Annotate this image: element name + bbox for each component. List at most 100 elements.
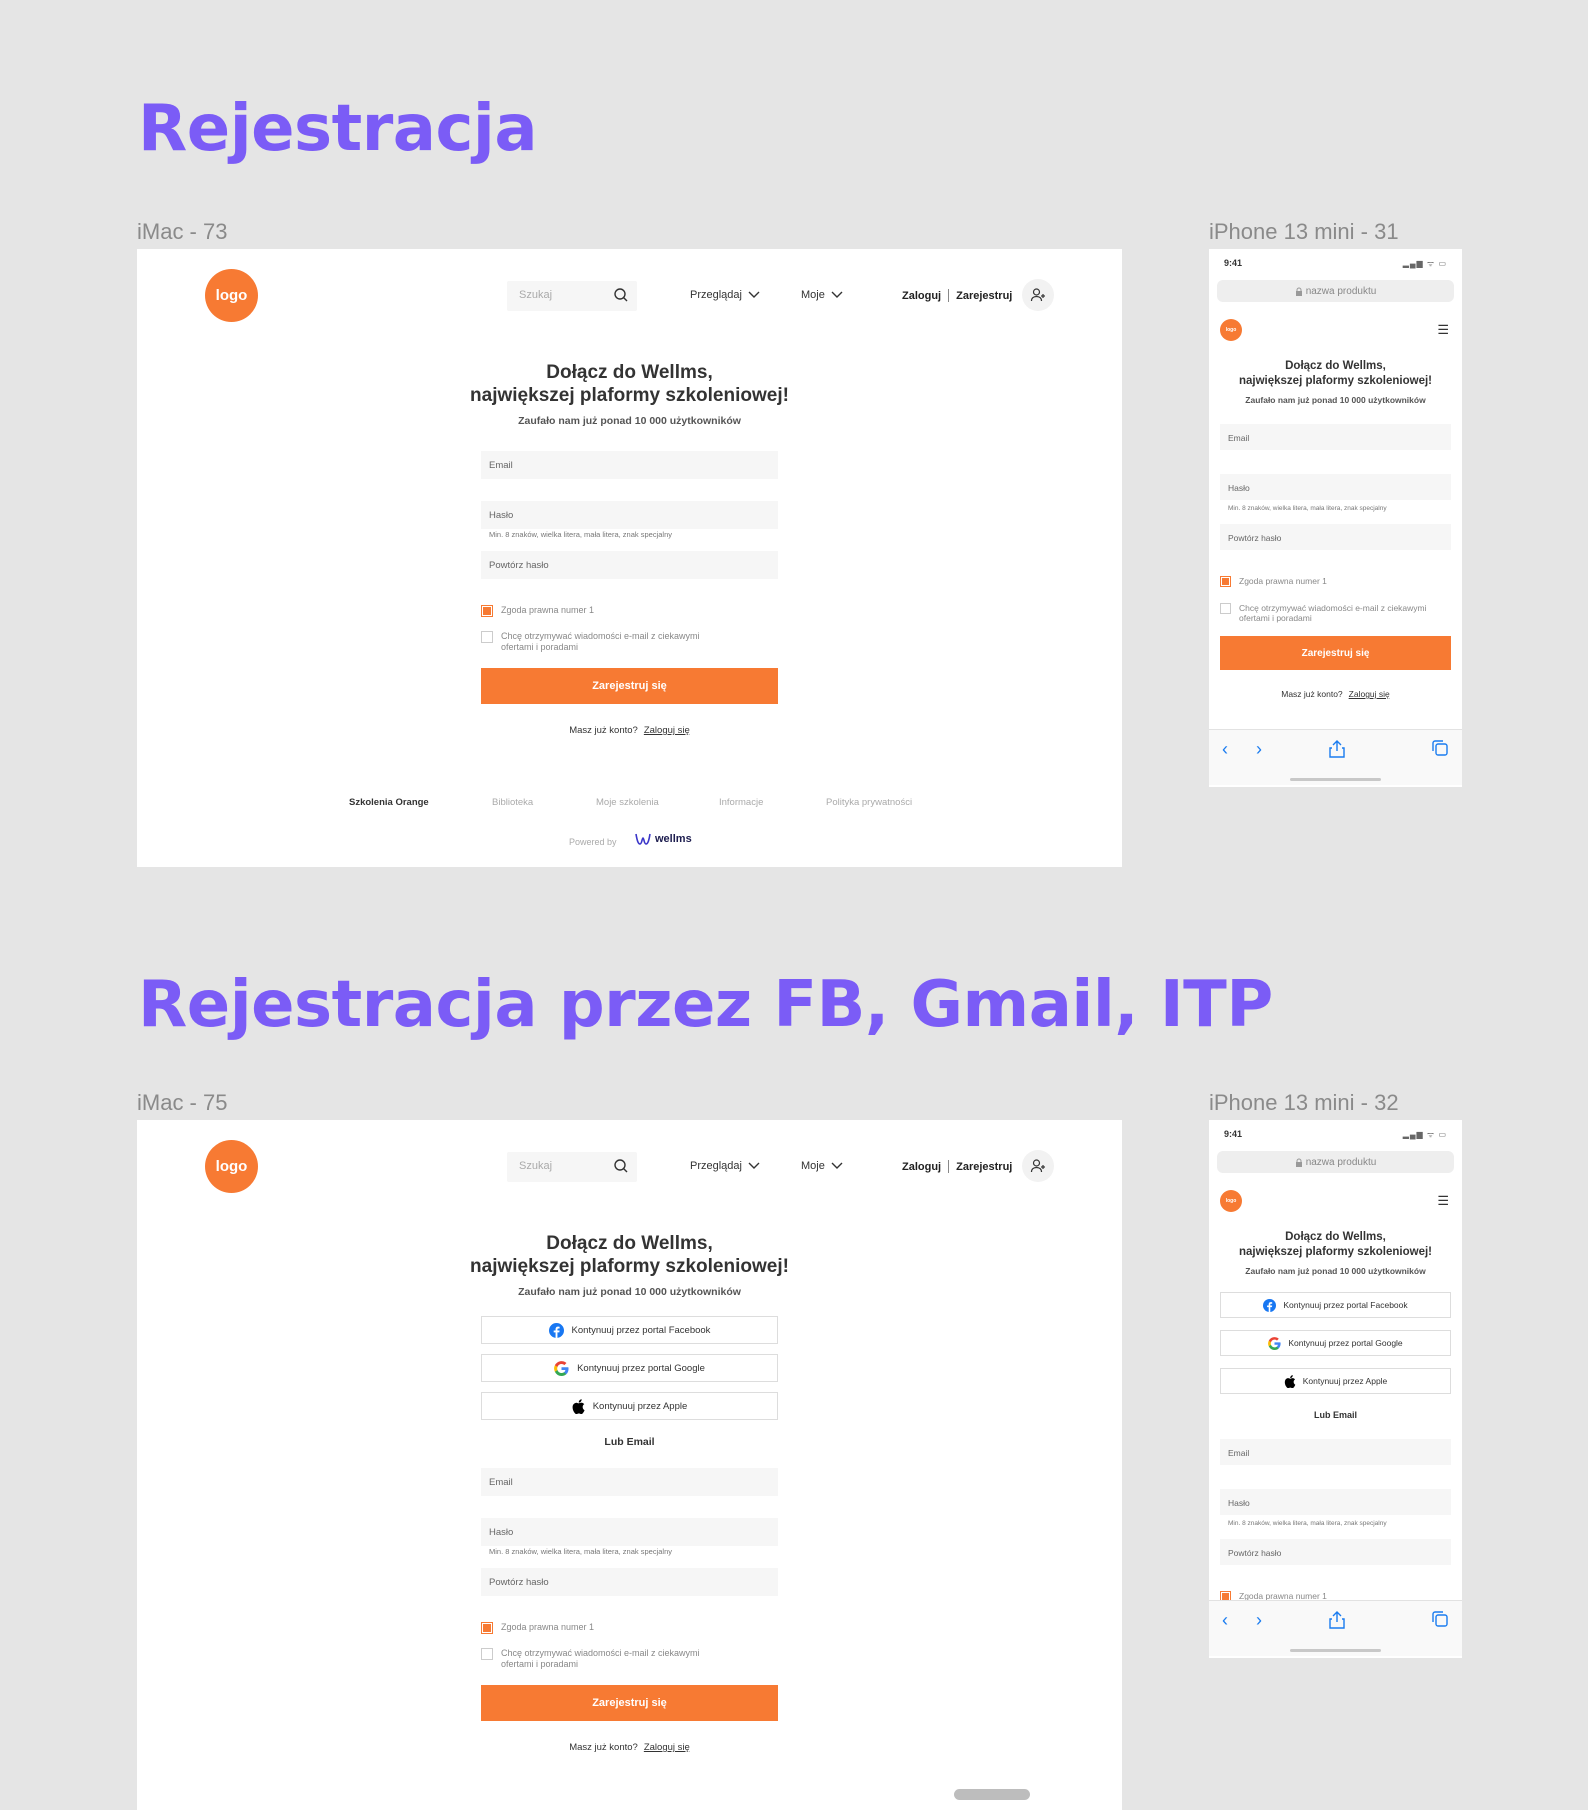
logo[interactable]: logo [205, 1140, 258, 1193]
forward-icon[interactable]: › [1256, 740, 1262, 758]
chevron-down-icon [748, 1162, 760, 1169]
user-button[interactable] [1022, 279, 1054, 311]
register-button[interactable]: Zarejestruj się [481, 1685, 778, 1721]
checkbox[interactable] [481, 631, 493, 643]
search-icon[interactable] [613, 1158, 629, 1174]
password-field[interactable]: Hasło [1220, 474, 1451, 500]
checkbox[interactable] [1220, 603, 1231, 614]
url-bar[interactable]: nazwa produktu [1217, 1151, 1454, 1173]
page-title: Dołącz do Wellms, największej plaformy sz… [470, 1233, 789, 1277]
email-field[interactable]: Email [1220, 424, 1451, 450]
back-icon[interactable]: ‹ [1222, 740, 1228, 758]
nav-mine-label: Moje [801, 289, 825, 301]
url-bar[interactable]: nazwa produktu [1217, 280, 1454, 302]
footer-link[interactable]: Biblioteka [492, 797, 533, 808]
footer-link[interactable]: Informacje [719, 797, 763, 808]
apple-button[interactable]: Kontynuuj przez Apple [1220, 1368, 1451, 1394]
checkbox-checked[interactable] [481, 1622, 493, 1634]
chevron-down-icon [831, 291, 843, 298]
tabs-icon[interactable] [1432, 740, 1448, 756]
facebook-icon [1263, 1298, 1277, 1312]
consent-newsletter[interactable]: Chcę otrzymywać wiadomości e-mail z ciek… [481, 1648, 700, 1670]
login-prompt: Masz już konto? Zaloguj się [569, 725, 690, 736]
consent-legal[interactable]: Zgoda prawna numer 1 [481, 605, 594, 617]
page-subtitle: Zaufało nam już ponad 10 000 użytkownikó… [518, 415, 741, 427]
password-field[interactable]: Hasło [481, 501, 778, 529]
consent-legal[interactable]: Zgoda prawna numer 1 [1220, 576, 1327, 587]
repeat-password-field[interactable]: Powtórz hasło [481, 1568, 778, 1596]
nav-browse[interactable]: Przeglądaj [690, 1160, 760, 1172]
email-field[interactable]: Email [481, 451, 778, 479]
password-field[interactable]: Hasło [1220, 1489, 1451, 1515]
login-link[interactable]: Zaloguj się [644, 1742, 690, 1753]
desktop-frame: logo Szukaj Przeglądaj Moje Zaloguj Zarej… [137, 249, 1122, 867]
login-prompt: Masz już konto? Zaloguj się [569, 1742, 690, 1753]
chevron-down-icon [831, 1162, 843, 1169]
tabs-icon[interactable] [1432, 1611, 1448, 1627]
back-icon[interactable]: ‹ [1222, 1611, 1228, 1629]
page-subtitle: Zaufało nam już ponad 10 000 użytkownikó… [518, 1286, 741, 1298]
register-link[interactable]: Zarejestruj [956, 1161, 1012, 1173]
nav-browse[interactable]: Przeglądaj [690, 289, 760, 301]
page-title: Dołącz do Wellms, największej plaformy sz… [1238, 360, 1432, 387]
google-button[interactable]: Kontynuuj przez portal Google [1220, 1330, 1451, 1356]
checkbox-checked[interactable] [481, 605, 493, 617]
checkbox[interactable] [481, 1648, 493, 1660]
repeat-password-field[interactable]: Powtórz hasło [1220, 524, 1451, 550]
phone-frame: 9:41 ▂▄▆ ᯤ ▭ nazwa produktu logo ☰ Dołąc… [1209, 1120, 1462, 1658]
search-input[interactable]: Szukaj [507, 1152, 637, 1182]
page-subtitle: Zaufało nam już ponad 10 000 użytkownikó… [1245, 395, 1426, 405]
consent-legal[interactable]: Zgoda prawna numer 1 [481, 1622, 594, 1634]
browser-toolbar: ‹ › [1209, 1600, 1462, 1656]
login-link[interactable]: Zaloguj się [1349, 689, 1390, 699]
login-link[interactable]: Zaloguj się [644, 725, 690, 736]
login-link[interactable]: Zaloguj [902, 1161, 941, 1173]
wellms-icon [635, 833, 651, 845]
search-input[interactable]: Szukaj [507, 281, 637, 311]
nav-mine[interactable]: Moje [801, 289, 843, 301]
login-link[interactable]: Zaloguj [902, 290, 941, 302]
email-field[interactable]: Email [481, 1468, 778, 1496]
auth-links: Zaloguj Zarejestruj [902, 289, 1012, 302]
google-icon [554, 1360, 569, 1376]
footer-link[interactable]: Moje szkolenia [596, 797, 659, 808]
user-add-icon [1030, 288, 1045, 302]
register-button[interactable]: Zarejestruj się [481, 668, 778, 704]
facebook-button[interactable]: Kontynuuj przez portal Facebook [1220, 1292, 1451, 1318]
password-hint: Min. 8 znaków, wielka litera, mała liter… [489, 1547, 672, 1556]
email-field[interactable]: Email [1220, 1439, 1451, 1465]
password-field[interactable]: Hasło [481, 1518, 778, 1546]
facebook-button[interactable]: Kontynuuj przez portal Facebook [481, 1316, 778, 1344]
frame-label: iMac - 73 [137, 219, 228, 244]
repeat-password-field[interactable]: Powtórz hasło [1220, 1539, 1451, 1565]
consent-newsletter[interactable]: Chcę otrzymywać wiadomości e-mail z ciek… [1220, 603, 1427, 623]
consent-newsletter[interactable]: Chcę otrzymywać wiadomości e-mail z ciek… [481, 631, 700, 653]
status-icons: ▂▄▆ ᯤ ▭ [1402, 259, 1447, 268]
forward-icon[interactable]: › [1256, 1611, 1262, 1629]
scrollbar[interactable] [954, 1789, 1030, 1800]
logo[interactable]: logo [205, 269, 258, 322]
repeat-password-field[interactable]: Powtórz hasło [481, 551, 778, 579]
apple-button[interactable]: Kontynuuj przez Apple [481, 1392, 778, 1420]
logo[interactable]: logo [1220, 319, 1242, 341]
nav-mine[interactable]: Moje [801, 1160, 843, 1172]
user-button[interactable] [1022, 1150, 1054, 1182]
apple-icon [1284, 1374, 1295, 1388]
share-icon[interactable] [1329, 1611, 1345, 1629]
hamburger-menu-icon[interactable]: ☰ [1437, 1194, 1449, 1207]
chevron-down-icon [748, 291, 760, 298]
register-link[interactable]: Zarejestruj [956, 290, 1012, 302]
google-button[interactable]: Kontynuuj przez portal Google [481, 1354, 778, 1382]
auth-links: Zaloguj Zarejestruj [902, 1160, 1012, 1173]
search-icon[interactable] [613, 287, 629, 303]
footer-link[interactable]: Szkolenia Orange [349, 797, 429, 808]
logo[interactable]: logo [1220, 1190, 1242, 1212]
checkbox-checked[interactable] [1220, 576, 1231, 587]
share-icon[interactable] [1329, 740, 1345, 758]
footer-link[interactable]: Polityka prywatności [826, 797, 912, 808]
search-placeholder: Szukaj [519, 1160, 553, 1172]
register-button[interactable]: Zarejestruj się [1220, 636, 1451, 670]
nav-browse-label: Przeglądaj [690, 1160, 742, 1172]
hamburger-menu-icon[interactable]: ☰ [1437, 323, 1449, 336]
lock-icon [1295, 1158, 1302, 1167]
